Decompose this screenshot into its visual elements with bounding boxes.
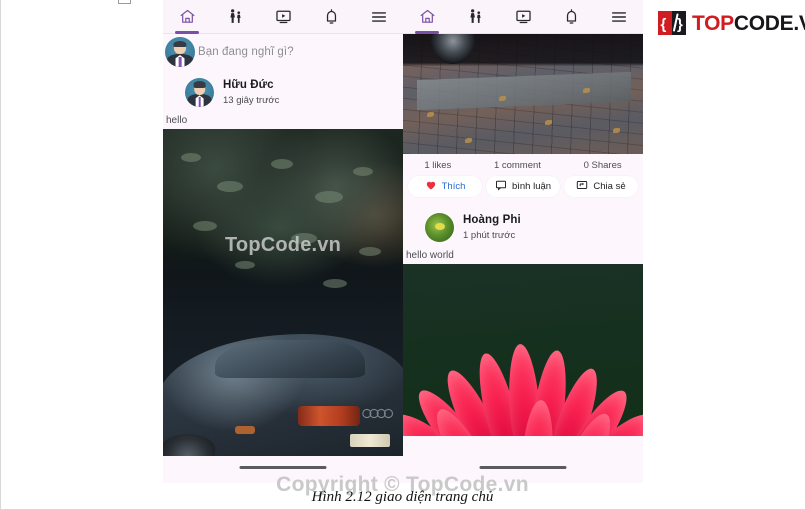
nav-bell-right[interactable] bbox=[550, 0, 592, 33]
post-image[interactable] bbox=[403, 34, 643, 154]
post-image[interactable]: TopCode.vn bbox=[163, 129, 403, 456]
bell-icon bbox=[563, 8, 580, 25]
video-icon bbox=[275, 8, 292, 25]
post-actions: Thích bình luận Chia sẻ bbox=[403, 174, 643, 205]
nav-menu-left[interactable] bbox=[358, 0, 400, 33]
like-label: Thích bbox=[441, 181, 466, 192]
post-header: Hoàng Phi 1 phút trước bbox=[403, 205, 643, 248]
nav-friends-left[interactable] bbox=[214, 0, 256, 33]
logo-top-text: TOP bbox=[692, 11, 734, 35]
home-indicator[interactable] bbox=[479, 466, 567, 469]
post-stats: 1 likes 1 comment 0 Shares bbox=[403, 154, 643, 174]
composer-placeholder: Bạn đang nghĩ gì? bbox=[198, 46, 294, 58]
nav-home-right[interactable] bbox=[406, 0, 448, 34]
nav-video-left[interactable] bbox=[262, 0, 304, 33]
car-tire-shape bbox=[431, 34, 475, 64]
svg-text:}: } bbox=[677, 16, 683, 33]
pavement-slab bbox=[417, 71, 631, 111]
home-icon bbox=[179, 8, 196, 25]
home-indicator[interactable] bbox=[239, 466, 327, 469]
license-plate bbox=[350, 434, 390, 447]
svg-text:{: { bbox=[661, 16, 667, 33]
like-count: 1 likes bbox=[424, 160, 452, 171]
topcode-logo-text: TOPCODE.VN bbox=[692, 13, 805, 34]
logo-vn-text: .VN bbox=[793, 11, 805, 35]
post-author: Hoàng Phi bbox=[463, 214, 521, 226]
image-watermark: TopCode.vn bbox=[224, 234, 342, 256]
share-label: Chia sẻ bbox=[593, 181, 626, 192]
topcode-logo-mark: { } bbox=[657, 9, 687, 37]
page-crop-mark bbox=[118, 0, 131, 4]
page-edge-left bbox=[0, 0, 1, 510]
nav-friends-right[interactable] bbox=[454, 0, 496, 33]
car-shape bbox=[163, 334, 403, 456]
navbar-right bbox=[403, 0, 643, 34]
post-header: Hữu Đức 13 giây trước bbox=[163, 70, 403, 113]
nav-bell-left[interactable] bbox=[310, 0, 352, 33]
figure-caption: Hình 2.12 giao diện trang chủ bbox=[311, 489, 494, 505]
nav-home-left[interactable] bbox=[166, 0, 208, 34]
comment-count: 1 comment bbox=[493, 160, 541, 171]
avatar[interactable] bbox=[165, 37, 195, 67]
post-text: hello bbox=[166, 115, 188, 126]
post-text: hello world bbox=[406, 250, 454, 261]
phone-screenshot-left: Bạn đang nghĩ gì? Hữu Đức 13 giây trước … bbox=[163, 0, 403, 483]
comment-label: bình luận bbox=[511, 181, 552, 192]
comment-icon bbox=[495, 179, 507, 194]
audi-rings-icon bbox=[362, 408, 394, 419]
bell-icon bbox=[323, 8, 340, 25]
logo-code-text: CODE bbox=[733, 11, 794, 35]
menu-icon bbox=[370, 8, 388, 26]
post-image[interactable] bbox=[403, 264, 643, 436]
avatar[interactable] bbox=[185, 78, 214, 107]
video-icon bbox=[515, 8, 532, 25]
navbar-left bbox=[163, 0, 403, 34]
share-icon bbox=[576, 179, 588, 194]
like-button[interactable]: Thích bbox=[408, 176, 482, 197]
post-timestamp: 1 phút trước bbox=[463, 230, 516, 241]
comment-button[interactable]: bình luận bbox=[486, 176, 560, 197]
phone-screenshot-right: 1 likes 1 comment 0 Shares Thích bình lu… bbox=[403, 0, 643, 483]
home-icon bbox=[419, 8, 436, 25]
friends-icon bbox=[227, 8, 244, 25]
post-author: Hữu Đức bbox=[223, 79, 274, 91]
avatar[interactable] bbox=[425, 213, 454, 242]
share-count: 0 Shares bbox=[583, 160, 622, 171]
menu-icon bbox=[610, 8, 628, 26]
friends-icon bbox=[467, 8, 484, 25]
nav-video-right[interactable] bbox=[502, 0, 544, 33]
share-button[interactable]: Chia sẻ bbox=[564, 176, 638, 197]
nav-menu-right[interactable] bbox=[598, 0, 640, 33]
nav-active-indicator bbox=[175, 31, 199, 34]
post-composer[interactable]: Bạn đang nghĩ gì? bbox=[163, 34, 403, 70]
topcode-logo[interactable]: { } TOPCODE.VN bbox=[657, 9, 805, 37]
post-timestamp: 13 giây trước bbox=[223, 95, 280, 106]
heart-icon bbox=[425, 179, 437, 194]
